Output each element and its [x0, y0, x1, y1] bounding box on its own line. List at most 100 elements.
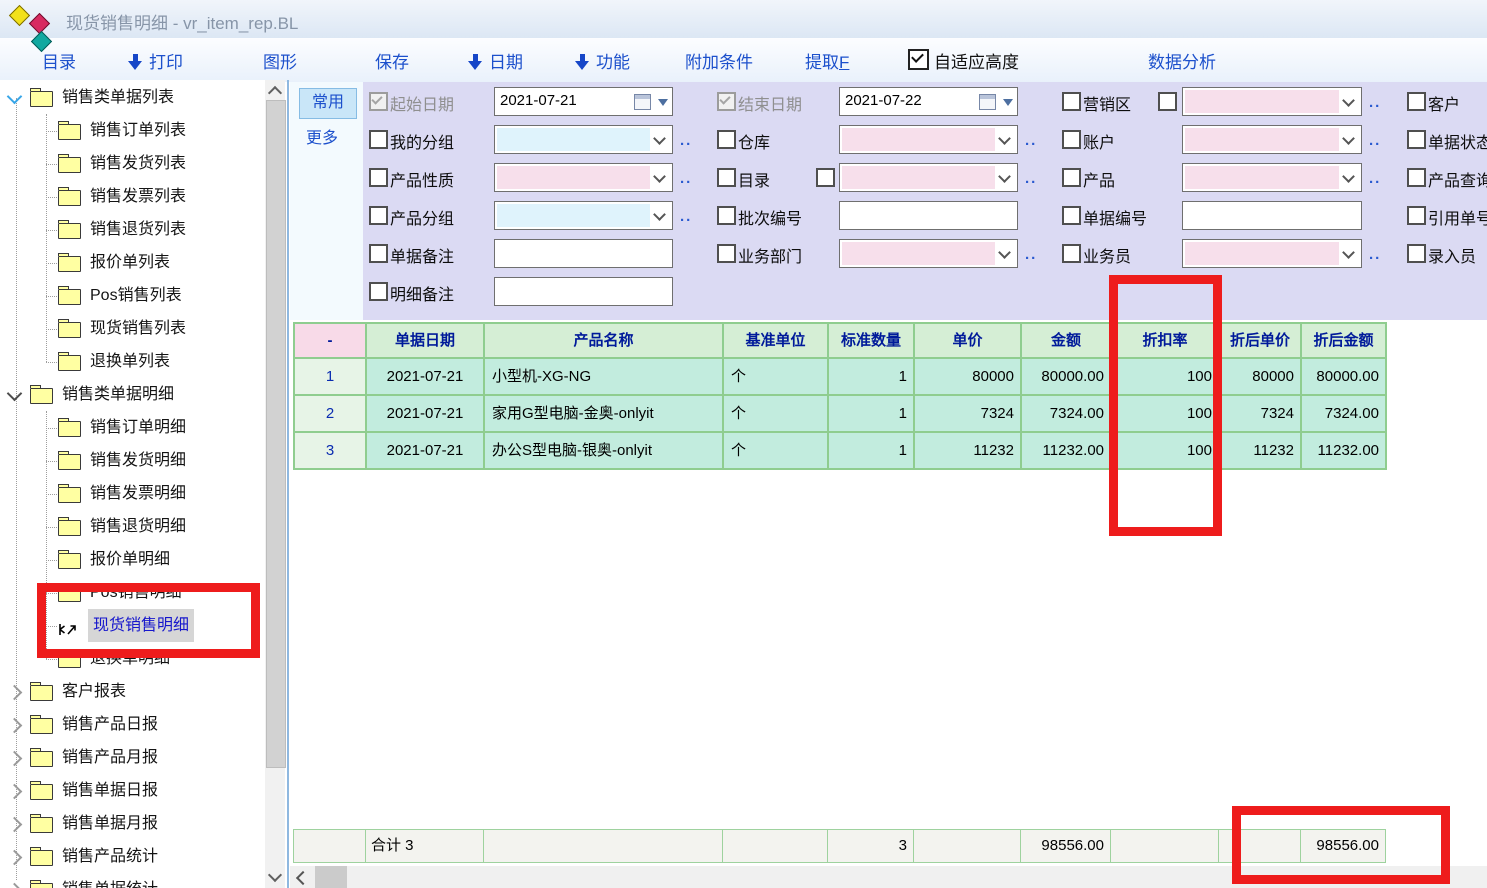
account-checkbox[interactable] — [1062, 130, 1081, 149]
cell-price[interactable]: 11232 — [915, 433, 1022, 470]
sidebar-group-sales-doc-lists[interactable]: 销售类单据列表 — [0, 81, 265, 114]
cell-disc-amount[interactable]: 80000.00 — [1302, 359, 1387, 396]
more-filters-link[interactable]: 更多 — [306, 124, 338, 148]
warehouse-select[interactable] — [839, 125, 1018, 154]
salesman-select[interactable] — [1182, 239, 1362, 268]
save-button[interactable]: 保存 — [375, 48, 409, 73]
scrollbar-thumb[interactable] — [315, 866, 347, 888]
column-header-price[interactable]: 单价 — [915, 324, 1022, 359]
sidebar-group-product-monthly[interactable]: 销售产品月报 — [0, 741, 265, 774]
end-date-input[interactable]: 2021-07-22 — [839, 87, 1018, 116]
cell-qty[interactable]: 1 — [829, 396, 915, 433]
marketing-area-select[interactable] — [1182, 87, 1362, 116]
sidebar-item-sales-order-list[interactable]: 销售订单列表 — [0, 114, 265, 147]
warehouse-checkbox[interactable] — [717, 130, 736, 149]
sidebar-group-product-daily[interactable]: 销售产品日报 — [0, 708, 265, 741]
column-header-amount[interactable]: 金额 — [1022, 324, 1112, 359]
doc-status-checkbox[interactable] — [1407, 130, 1426, 149]
product-checkbox[interactable] — [1062, 168, 1081, 187]
ellipsis-button[interactable]: .. — [680, 170, 692, 187]
catalog-checkbox[interactable] — [717, 168, 736, 187]
row-number[interactable]: 3 — [295, 433, 367, 470]
product-select[interactable] — [1182, 163, 1362, 192]
marketing-area-checkbox[interactable] — [1062, 92, 1081, 111]
chevron-right-icon[interactable] — [7, 883, 23, 888]
column-header-disc-amount[interactable]: 折后金额 — [1302, 324, 1387, 359]
cell-amount[interactable]: 11232.00 — [1022, 433, 1112, 470]
cell-date[interactable]: 2021-07-21 — [367, 359, 485, 396]
catalog-extra-checkbox[interactable] — [816, 168, 835, 187]
graph-button[interactable]: 图形 — [263, 48, 297, 73]
sidebar-item-sales-shipment-detail[interactable]: 销售发货明细 — [0, 444, 265, 477]
cell-qty[interactable]: 1 — [829, 433, 915, 470]
doc-no-input[interactable] — [1182, 201, 1362, 230]
marketing-area-extra-checkbox[interactable] — [1158, 92, 1177, 111]
product-group-select[interactable] — [494, 201, 673, 230]
my-group-checkbox[interactable] — [369, 130, 388, 149]
product-nature-checkbox[interactable] — [369, 168, 388, 187]
start-date-input[interactable]: 2021-07-21 — [494, 87, 673, 116]
start-date-checkbox[interactable] — [369, 92, 388, 111]
scroll-up-icon[interactable] — [268, 86, 282, 100]
customer-checkbox[interactable] — [1407, 92, 1426, 111]
data-analysis-button[interactable]: 数据分析 — [1148, 48, 1216, 73]
cell-amount[interactable]: 7324.00 — [1022, 396, 1112, 433]
product-query-checkbox[interactable] — [1407, 168, 1426, 187]
ellipsis-button[interactable]: .. — [1025, 246, 1037, 263]
business-dept-select[interactable] — [839, 239, 1018, 268]
chevron-right-icon[interactable] — [7, 685, 23, 701]
sidebar-scrollbar[interactable] — [265, 80, 285, 888]
cell-qty[interactable]: 1 — [829, 359, 915, 396]
column-header-unit[interactable]: 基准单位 — [724, 324, 829, 359]
cell-disc-price[interactable]: 11232 — [1220, 433, 1302, 470]
row-number[interactable]: 2 — [295, 396, 367, 433]
cell-price[interactable]: 7324 — [915, 396, 1022, 433]
cell-unit[interactable]: 个 — [724, 396, 829, 433]
cell-disc-price[interactable]: 80000 — [1220, 359, 1302, 396]
cell-product[interactable]: 办公S型电脑-银奥-onlyit — [485, 433, 724, 470]
print-button[interactable]: 打印 — [128, 48, 183, 73]
ellipsis-button[interactable]: .. — [1369, 170, 1381, 187]
column-header[interactable]: - — [295, 324, 367, 359]
ellipsis-button[interactable]: .. — [1369, 132, 1381, 149]
sidebar-item-quotation-list[interactable]: 报价单列表 — [0, 246, 265, 279]
chevron-down-icon[interactable] — [7, 386, 23, 402]
column-header-product[interactable]: 产品名称 — [485, 324, 724, 359]
chevron-down-icon[interactable] — [7, 89, 23, 105]
batch-no-checkbox[interactable] — [717, 206, 736, 225]
my-group-select[interactable] — [494, 125, 673, 154]
ellipsis-button[interactable]: .. — [1369, 94, 1381, 111]
sidebar-group-customer-reports[interactable]: 客户报表 — [0, 675, 265, 708]
scroll-down-icon[interactable] — [268, 868, 282, 882]
doc-no-checkbox[interactable] — [1062, 206, 1081, 225]
function-menu-button[interactable]: 功能 — [575, 48, 630, 73]
ellipsis-button[interactable]: .. — [680, 132, 692, 149]
sidebar-item-sales-shipment-list[interactable]: 销售发货列表 — [0, 147, 265, 180]
cell-disc-price[interactable]: 7324 — [1220, 396, 1302, 433]
ellipsis-button[interactable]: .. — [1025, 170, 1037, 187]
date-menu-button[interactable]: 日期 — [468, 48, 523, 73]
cell-disc-amount[interactable]: 7324.00 — [1302, 396, 1387, 433]
product-group-checkbox[interactable] — [369, 206, 388, 225]
detail-remark-input[interactable] — [494, 277, 673, 306]
chevron-right-icon[interactable] — [7, 850, 23, 866]
cell-date[interactable]: 2021-07-21 — [367, 433, 485, 470]
entry-clerk-checkbox[interactable] — [1407, 244, 1426, 263]
sidebar-item-quotation-detail[interactable]: 报价单明细 — [0, 543, 265, 576]
scroll-left-icon[interactable] — [296, 871, 310, 885]
business-dept-checkbox[interactable] — [717, 244, 736, 263]
sidebar-item-sales-invoice-list[interactable]: 销售发票列表 — [0, 180, 265, 213]
sidebar-item-sales-return-list[interactable]: 销售退货列表 — [0, 213, 265, 246]
cell-price[interactable]: 80000 — [915, 359, 1022, 396]
salesman-checkbox[interactable] — [1062, 244, 1081, 263]
chevron-right-icon[interactable] — [7, 784, 23, 800]
calendar-icon[interactable] — [979, 94, 996, 110]
sidebar-group-doc-stats[interactable]: 销售单据统计 — [0, 873, 265, 888]
scrollbar-thumb[interactable] — [266, 100, 286, 768]
sidebar-item-spot-sales-list[interactable]: 现货销售列表 — [0, 312, 265, 345]
cell-unit[interactable]: 个 — [724, 359, 829, 396]
ellipsis-button[interactable]: .. — [680, 208, 692, 225]
sidebar-item-sales-order-detail[interactable]: 销售订单明细 — [0, 411, 265, 444]
sidebar-item-sales-invoice-detail[interactable]: 销售发票明细 — [0, 477, 265, 510]
ellipsis-button[interactable]: .. — [1025, 132, 1037, 149]
